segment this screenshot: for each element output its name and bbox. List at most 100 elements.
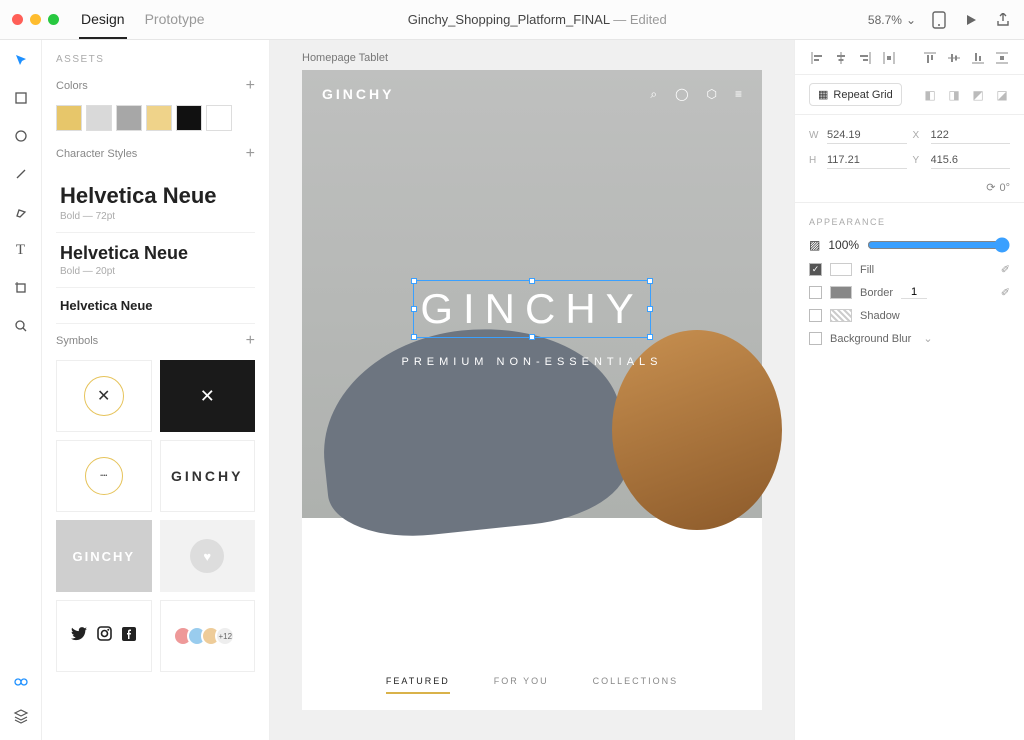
zoom-control[interactable]: 58.7% ⌄ [868,13,916,27]
align-vcenter-icon[interactable] [946,50,962,66]
eyedropper-icon[interactable]: ✐ [1001,263,1010,276]
align-left-icon[interactable] [809,50,825,66]
colors-label: Colors [56,80,88,92]
symbols-header: Symbols + [56,332,255,350]
align-hcenter-icon[interactable] [833,50,849,66]
intersect-icon[interactable]: ◩ [970,87,986,103]
tab-foryou: FOR YOU [494,676,549,694]
layers-icon[interactable] [11,706,31,726]
tab-collections: COLLECTIONS [593,676,679,694]
y-input[interactable] [931,152,1011,169]
symbol-close-dark[interactable]: ✕ [160,360,256,432]
assets-toggle-icon[interactable] [11,672,31,692]
device-preview-icon[interactable] [930,11,948,29]
charstyle-item[interactable]: Helvetica Neue [56,288,255,324]
fill-color-chip[interactable] [830,263,852,276]
resize-handle[interactable] [647,278,653,284]
align-top-icon[interactable] [922,50,938,66]
color-swatch[interactable] [176,105,202,131]
align-right-icon[interactable] [857,50,873,66]
add-color-button[interactable]: + [246,77,255,95]
distribute-v-icon[interactable] [994,50,1010,66]
resize-handle[interactable] [647,334,653,340]
menu-icon: ≡ [735,87,742,102]
inspector-panel: ▦ Repeat Grid ◧ ◨ ◩ ◪ W X H Y ⟳ 0° [794,40,1024,740]
union-icon[interactable]: ◧ [922,87,938,103]
artboard-name[interactable]: Homepage Tablet [302,52,764,64]
symbol-logo-grey[interactable]: GINCHY [56,520,152,592]
maximize-window[interactable] [48,14,59,25]
symbol-avatars[interactable]: +12 [160,600,256,672]
text-tool[interactable]: T [11,240,31,260]
ellipse-tool[interactable] [11,126,31,146]
border-color-chip[interactable] [830,286,852,299]
charstyle-name: Helvetica Neue [60,243,251,264]
eyedropper-icon[interactable]: ✐ [1001,286,1010,299]
resize-handle[interactable] [529,334,535,340]
subtract-icon[interactable]: ◨ [946,87,962,103]
width-input[interactable] [827,127,907,144]
shadow-checkbox[interactable] [809,309,822,322]
color-swatch[interactable] [56,105,82,131]
x-input[interactable] [931,127,1011,144]
align-bottom-icon[interactable] [970,50,986,66]
charstyle-item[interactable]: Helvetica Neue Bold — 20pt [56,233,255,288]
play-icon[interactable] [962,11,980,29]
color-swatch[interactable] [116,105,142,131]
color-swatch[interactable] [206,105,232,131]
symbol-logo[interactable]: GINCHY [160,440,256,512]
repeat-grid-label: Repeat Grid [833,89,892,101]
symbol-heart[interactable]: ♥ [160,520,256,592]
charstyle-meta: Bold — 72pt [60,211,251,222]
line-tool[interactable] [11,164,31,184]
charstyle-item[interactable]: Helvetica Neue Bold — 72pt [56,173,255,233]
close-window[interactable] [12,14,23,25]
resize-handle[interactable] [529,278,535,284]
rotation-control[interactable]: ⟳ 0° [986,181,1010,194]
symbol-social[interactable] [56,600,152,672]
document-name: Ginchy_Shopping_Platform_FINAL [408,12,610,27]
distribute-h-icon[interactable] [881,50,897,66]
chevron-down-icon[interactable]: ⌄ [923,332,932,345]
pen-tool[interactable] [11,202,31,222]
exclude-icon[interactable]: ◪ [994,87,1010,103]
canvas[interactable]: Homepage Tablet GINCHY ⌕ ◯ ⬡ ≡ GINCHY [270,40,794,740]
selected-text-object[interactable]: GINCHY [413,280,650,338]
appearance-title: APPEARANCE [809,217,1010,227]
zoom-value: 58.7% [868,13,902,27]
artboard-tool[interactable] [11,278,31,298]
height-label: H [809,155,821,166]
zoom-tool[interactable] [11,316,31,336]
assets-panel: ASSETS Colors + Character Styles + Helve… [42,40,270,740]
height-input[interactable] [827,152,907,169]
rectangle-tool[interactable] [11,88,31,108]
add-symbol-button[interactable]: + [246,332,255,350]
artboard[interactable]: GINCHY ⌕ ◯ ⬡ ≡ GINCHY [302,70,762,710]
tab-design[interactable]: Design [79,1,127,39]
color-swatch[interactable] [146,105,172,131]
repeat-grid-button[interactable]: ▦ Repeat Grid [809,83,902,106]
resize-handle[interactable] [411,278,417,284]
symbols-label: Symbols [56,335,98,347]
resize-handle[interactable] [647,306,653,312]
fill-checkbox[interactable]: ✓ [809,263,822,276]
color-swatch[interactable] [86,105,112,131]
resize-handle[interactable] [411,306,417,312]
border-checkbox[interactable] [809,286,822,299]
select-tool[interactable] [11,50,31,70]
border-width-input[interactable] [901,286,927,299]
resize-handle[interactable] [411,334,417,340]
symbol-badge[interactable]: •••• [56,440,152,512]
close-icon: ✕ [200,386,215,407]
tab-prototype[interactable]: Prototype [143,1,207,39]
symbol-close-circle[interactable]: ✕ [56,360,152,432]
hero-tagline: PREMIUM NON-ESSENTIALS [302,356,762,368]
charstyle-meta: Bold — 20pt [60,266,251,277]
shadow-color-chip[interactable] [830,309,852,322]
opacity-slider[interactable] [867,237,1010,253]
bgblur-checkbox[interactable] [809,332,822,345]
add-charstyle-button[interactable]: + [246,145,255,163]
share-icon[interactable] [994,11,1012,29]
document-title: Ginchy_Shopping_Platform_FINAL — Edited [207,12,868,27]
minimize-window[interactable] [30,14,41,25]
